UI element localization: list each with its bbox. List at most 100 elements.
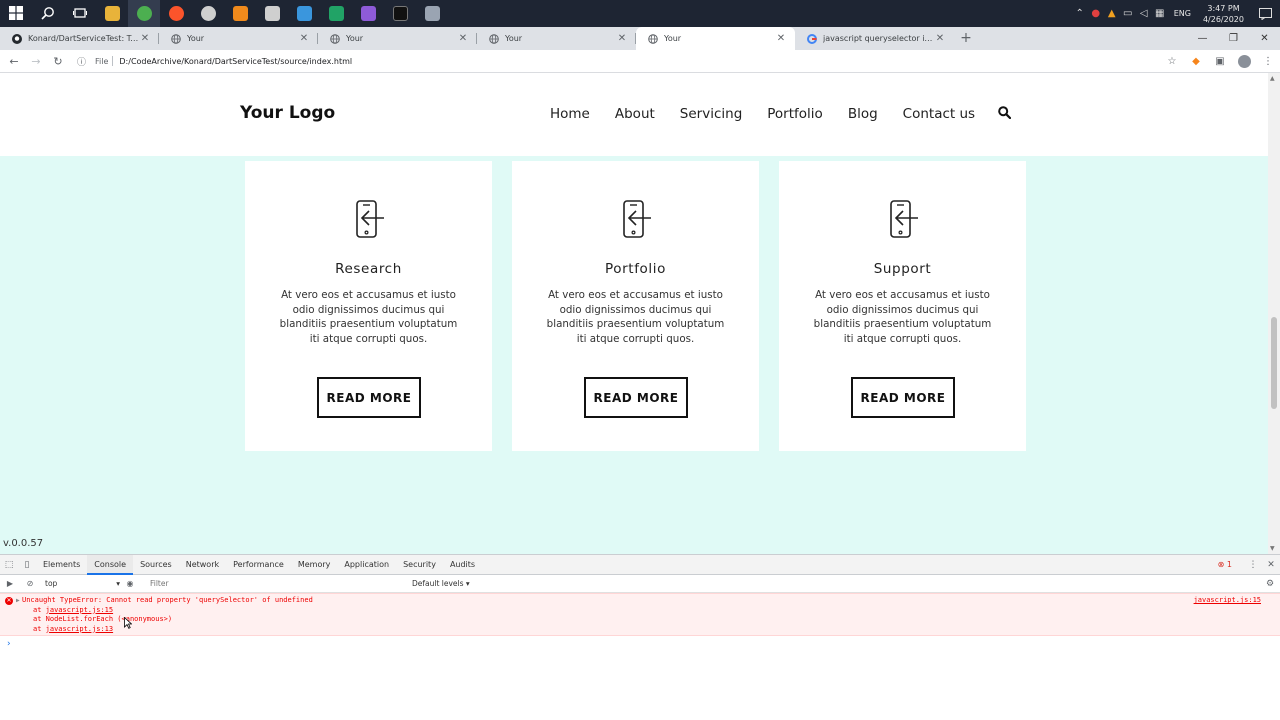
antivirus-icon[interactable]: ● bbox=[1088, 0, 1104, 27]
tab-close-icon[interactable]: ✕ bbox=[457, 33, 469, 44]
tab-close-icon[interactable]: ✕ bbox=[616, 33, 628, 44]
extension-icon[interactable]: ▣ bbox=[1208, 56, 1232, 67]
tab-close-icon[interactable]: ✕ bbox=[934, 33, 946, 44]
browser-tab[interactable]: javascript queryselector inside el✕ bbox=[795, 27, 954, 50]
scroll-up-icon[interactable]: ▲ bbox=[1270, 75, 1275, 82]
tool-icon[interactable] bbox=[416, 0, 448, 27]
tab-title: Konard/DartServiceTest: Test ver bbox=[28, 34, 139, 43]
scroll-down-icon[interactable]: ▼ bbox=[1270, 545, 1275, 552]
keyboard-icon[interactable]: ▦ bbox=[1152, 0, 1168, 27]
console-filter-input[interactable] bbox=[150, 579, 390, 588]
nav-link-contact-us[interactable]: Contact us bbox=[903, 106, 975, 122]
live-expression-eye-icon[interactable]: ◉ bbox=[120, 579, 140, 588]
browser-tab[interactable]: Konard/DartServiceTest: Test ver✕ bbox=[0, 27, 159, 50]
browser-tab[interactable]: Your ✕ bbox=[477, 27, 636, 50]
device-toolbar-icon[interactable]: ▯ bbox=[18, 560, 36, 570]
scrollbar-thumb[interactable] bbox=[1271, 317, 1277, 409]
stack-link[interactable]: javascript.js:15 bbox=[46, 606, 113, 614]
read-more-button[interactable]: READ MORE bbox=[317, 377, 421, 418]
network-icon[interactable]: ▭ bbox=[1120, 0, 1136, 27]
brave-icon[interactable] bbox=[160, 0, 192, 27]
devtools-tab-sources[interactable]: Sources bbox=[133, 555, 179, 575]
tab-close-icon[interactable]: ✕ bbox=[139, 33, 151, 44]
nav-link-about[interactable]: About bbox=[615, 106, 655, 122]
devtools-tab-application[interactable]: Application bbox=[337, 555, 396, 575]
azure-icon[interactable] bbox=[288, 0, 320, 27]
clock[interactable]: 3:47 PM 4/26/2020 bbox=[1197, 3, 1250, 25]
error-source-link[interactable]: javascript.js:15 bbox=[1194, 596, 1261, 606]
metamask-icon[interactable]: ◆ bbox=[1184, 56, 1208, 67]
devtools-tab-security[interactable]: Security bbox=[396, 555, 443, 575]
devtools-tab-audits[interactable]: Audits bbox=[443, 555, 482, 575]
file-explorer-icon[interactable] bbox=[96, 0, 128, 27]
expand-triangle-icon[interactable]: ▶ bbox=[16, 596, 20, 606]
console-settings-icon[interactable]: ⚙ bbox=[1260, 579, 1280, 589]
page-scrollbar[interactable]: ▲ ▼ bbox=[1268, 73, 1280, 554]
terminal-icon[interactable] bbox=[384, 0, 416, 27]
devtools-tab-network[interactable]: Network bbox=[179, 555, 226, 575]
console-sidebar-icon[interactable]: ▶ bbox=[0, 579, 20, 588]
inspect-element-icon[interactable]: ⬚ bbox=[0, 560, 18, 570]
restore-icon[interactable]: ❐ bbox=[1218, 27, 1249, 50]
clear-console-icon[interactable]: ⊘ bbox=[20, 579, 40, 588]
vlc-icon[interactable] bbox=[224, 0, 256, 27]
read-more-button[interactable]: READ MORE bbox=[851, 377, 955, 418]
notification-icon bbox=[1258, 7, 1272, 20]
devtools-close-icon[interactable]: ✕ bbox=[1262, 560, 1280, 570]
browser-tab[interactable]: Your ✕ bbox=[636, 27, 795, 50]
error-count-badge[interactable]: ⊗ 1 bbox=[1218, 560, 1232, 569]
tab-close-icon[interactable]: ✕ bbox=[298, 33, 310, 44]
clock-date: 4/26/2020 bbox=[1202, 14, 1244, 24]
nav-link-portfolio[interactable]: Portfolio bbox=[767, 106, 823, 122]
notification-center-button[interactable] bbox=[1250, 0, 1280, 27]
stack-link[interactable]: javascript.js:13 bbox=[46, 625, 113, 633]
chrome-icon-glyph bbox=[136, 6, 152, 21]
close-window-icon[interactable]: ✕ bbox=[1249, 27, 1280, 50]
browser-tab[interactable]: Your ✕ bbox=[159, 27, 318, 50]
log-levels-dropdown[interactable]: Default levels ▾ bbox=[412, 579, 470, 588]
address-bar[interactable]: ⓘ File D:/CodeArchive/Konard/DartService… bbox=[77, 51, 1157, 71]
excel-icon-glyph bbox=[328, 6, 344, 21]
search-icon[interactable] bbox=[32, 0, 64, 27]
globe-icon bbox=[330, 33, 340, 44]
browser-tab[interactable]: Your ✕ bbox=[318, 27, 477, 50]
new-tab-button[interactable]: + bbox=[954, 27, 978, 50]
nav-link-servicing[interactable]: Servicing bbox=[680, 106, 742, 122]
excel-icon[interactable] bbox=[320, 0, 352, 27]
chrome-icon[interactable] bbox=[128, 0, 160, 27]
devtools-tab-memory[interactable]: Memory bbox=[291, 555, 338, 575]
warning-icon[interactable]: ▲ bbox=[1104, 0, 1120, 27]
forward-icon[interactable]: → bbox=[25, 50, 47, 73]
minimize-icon[interactable]: — bbox=[1187, 27, 1218, 50]
nav-link-blog[interactable]: Blog bbox=[848, 106, 878, 122]
search-icon[interactable] bbox=[998, 106, 1012, 122]
context-selector[interactable]: top ▾ bbox=[40, 579, 120, 588]
devtools-menu-icon[interactable]: ⋮ bbox=[1244, 560, 1262, 570]
mouse-cursor-icon bbox=[124, 617, 132, 629]
visual-studio-icon[interactable] bbox=[352, 0, 384, 27]
read-more-button[interactable]: READ MORE bbox=[584, 377, 688, 418]
task-view-icon[interactable] bbox=[64, 0, 96, 27]
info-icon[interactable]: ⓘ bbox=[77, 55, 89, 68]
bookmark-star-icon[interactable]: ☆ bbox=[1160, 56, 1184, 67]
reload-icon[interactable]: ↻ bbox=[47, 50, 69, 73]
console-error-message[interactable]: ✕ ▶ Uncaught TypeError: Cannot read prop… bbox=[0, 593, 1280, 636]
volume-icon[interactable]: ◁ bbox=[1136, 0, 1152, 27]
windows-start-icon[interactable] bbox=[0, 0, 32, 27]
obs-icon[interactable] bbox=[192, 0, 224, 27]
devtools-tab-performance[interactable]: Performance bbox=[226, 555, 291, 575]
chevron-up-icon[interactable]: ⌃ bbox=[1072, 0, 1088, 27]
chrome-menu-icon[interactable]: ⋮ bbox=[1256, 56, 1280, 67]
back-icon[interactable]: ← bbox=[3, 50, 25, 73]
devtools-tab-elements[interactable]: Elements bbox=[36, 555, 87, 575]
devtools-tab-console[interactable]: Console bbox=[87, 554, 134, 575]
stack-prefix: at bbox=[33, 605, 46, 614]
tab-close-icon[interactable]: ✕ bbox=[775, 33, 787, 44]
site-logo[interactable]: Your Logo bbox=[240, 103, 335, 123]
profile-avatar[interactable] bbox=[1232, 54, 1256, 68]
nav-link-home[interactable]: Home bbox=[550, 106, 590, 122]
calculator-icon[interactable] bbox=[256, 0, 288, 27]
console-prompt[interactable]: › bbox=[0, 636, 1280, 649]
input-language[interactable]: ENG bbox=[1168, 9, 1197, 18]
stack-line: at javascript.js:15 bbox=[22, 606, 1280, 616]
